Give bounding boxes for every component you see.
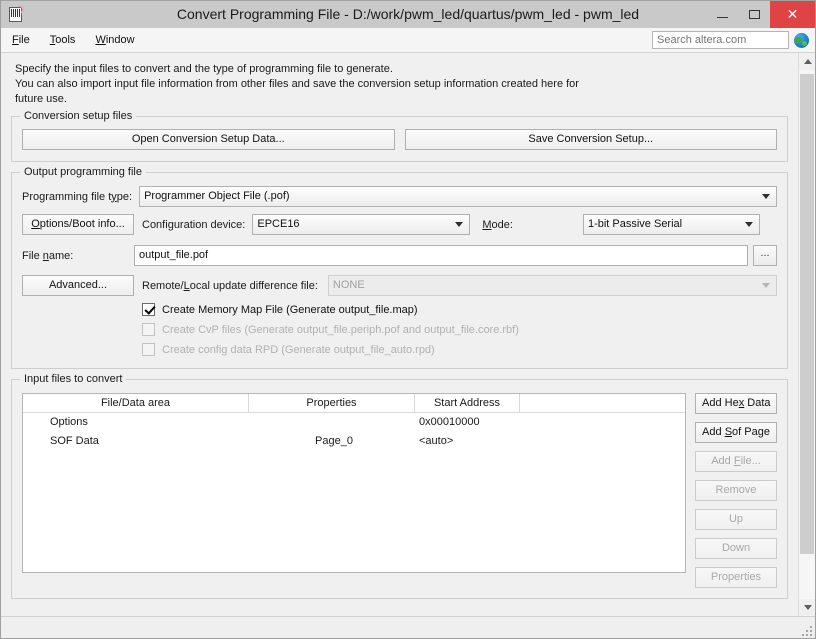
globe-icon[interactable] — [794, 32, 809, 48]
create-config-data-rpd-label: Create config data RPD (Generate output_… — [162, 343, 435, 356]
mode-label: Mode: — [482, 218, 513, 231]
file-name-row: File name: output_file.pof ... — [22, 245, 777, 266]
column-header-start-address[interactable]: Start Address — [415, 394, 520, 412]
chevron-down-icon — [744, 222, 753, 227]
up-button[interactable]: Up — [695, 509, 777, 530]
title-bar: Convert Programming File - D:/work/pwm_l… — [1, 1, 815, 28]
create-cvp-files-checkbox-row: Create CvP files (Generate output_file.p… — [142, 323, 777, 336]
scroll-up-button[interactable] — [799, 53, 815, 70]
cell-properties — [249, 413, 415, 432]
table-row[interactable]: SOF Data Page_0 <auto> — [23, 432, 685, 451]
programming-file-type-value: Programmer Object File (.pof) — [144, 190, 290, 202]
intro-line-1: Specify the input files to convert and t… — [15, 63, 393, 75]
input-files-table[interactable]: File/Data area Properties Start Address … — [22, 393, 686, 573]
cell-file-data-area: Options — [50, 416, 88, 428]
intro-line-2: You can also import input file informati… — [15, 78, 579, 90]
open-conversion-setup-button[interactable]: Open Conversion Setup Data... — [22, 129, 395, 150]
create-cvp-files-label: Create CvP files (Generate output_file.p… — [162, 323, 519, 336]
add-sof-page-button[interactable]: Add Sof Page — [695, 422, 777, 443]
input-files-group: Input files to convert File/Data area Pr… — [11, 373, 788, 599]
scroll-down-button[interactable] — [799, 599, 815, 616]
window-title: Convert Programming File - D:/work/pwm_l… — [176, 5, 640, 22]
table-row[interactable]: Options 0x00010000 — [23, 413, 685, 432]
configuration-device-label: Configuration device: — [142, 218, 246, 231]
menu-item-file[interactable]: File — [3, 31, 39, 49]
input-files-buttons: Add Hex Data Add Sof Page Add File... Re… — [695, 393, 777, 588]
menu-item-window[interactable]: Window — [86, 31, 143, 49]
output-programming-file-group: Output programming file Programming file… — [11, 166, 788, 369]
resize-grip[interactable] — [800, 624, 812, 636]
cell-properties: Page_0 — [315, 435, 353, 447]
remote-local-row: Advanced... Remote/Local update differen… — [22, 275, 777, 296]
conversion-setup-group: Conversion setup files Open Conversion S… — [11, 110, 788, 162]
table-header-row: File/Data area Properties Start Address — [23, 394, 685, 413]
cell-file-data-area: SOF Data — [50, 435, 99, 447]
output-programming-file-legend: Output programming file — [20, 166, 146, 178]
column-header-properties[interactable]: Properties — [249, 394, 415, 412]
save-conversion-setup-button[interactable]: Save Conversion Setup... — [404, 129, 777, 150]
programming-file-type-select[interactable]: Programmer Object File (.pof) — [139, 186, 777, 207]
cell-start-address: 0x00010000 — [419, 416, 480, 428]
configuration-device-select[interactable]: EPCE16 — [252, 214, 471, 235]
convert-programming-file-window: Convert Programming File - D:/work/pwm_l… — [0, 0, 816, 639]
file-name-input[interactable]: output_file.pof — [134, 245, 748, 266]
menu-bar: File Tools Window — [1, 28, 815, 53]
file-name-label: File name: — [22, 249, 74, 262]
minimize-button[interactable] — [706, 1, 738, 28]
chevron-down-icon — [455, 222, 464, 227]
advanced-button[interactable]: Advanced... — [22, 275, 134, 296]
scrollbar-track[interactable] — [799, 70, 815, 599]
intro-line-3: future use. — [15, 93, 67, 105]
scrollbar-thumb[interactable] — [800, 74, 814, 554]
column-header-file-data-area[interactable]: File/Data area — [23, 394, 249, 412]
intro-text: Specify the input files to convert and t… — [15, 62, 788, 107]
remove-button[interactable]: Remove — [695, 480, 777, 501]
menu-item-tools[interactable]: Tools — [41, 31, 85, 49]
input-files-legend: Input files to convert — [20, 373, 127, 385]
remote-local-value: NONE — [332, 279, 365, 291]
status-bar — [1, 616, 815, 638]
remote-local-select: NONE — [327, 275, 777, 296]
close-button[interactable]: ✕ — [770, 1, 815, 28]
create-config-data-rpd-checkbox-row: Create config data RPD (Generate output_… — [142, 343, 777, 356]
configuration-device-row: Options/Boot info... Configuration devic… — [22, 214, 777, 235]
chevron-up-icon — [803, 59, 812, 64]
mode-select[interactable]: 1-bit Passive Serial — [582, 214, 760, 235]
programming-file-type-label: Programming file type: — [22, 190, 133, 203]
conversion-setup-legend: Conversion setup files — [20, 110, 137, 122]
properties-button[interactable]: Properties — [695, 567, 777, 588]
file-name-browse-button[interactable]: ... — [753, 245, 777, 266]
programming-file-type-row: Programming file type: Programmer Object… — [22, 186, 777, 207]
configuration-device-value: EPCE16 — [257, 218, 300, 230]
checkbox-icon-cvp-files — [142, 323, 155, 336]
main-content: Specify the input files to convert and t… — [1, 53, 798, 616]
options-boot-info-button[interactable]: Options/Boot info... — [22, 214, 134, 235]
cell-extra — [520, 432, 685, 451]
window-controls: ✕ — [706, 1, 815, 28]
chevron-down-icon — [762, 283, 770, 288]
chevron-down-icon — [803, 605, 812, 610]
maximize-button[interactable] — [738, 1, 770, 28]
window-body: Specify the input files to convert and t… — [1, 53, 815, 616]
vertical-scrollbar[interactable] — [798, 53, 815, 616]
cell-extra — [520, 413, 685, 432]
column-header-extra[interactable] — [520, 394, 685, 412]
search-area — [652, 31, 809, 49]
add-file-button[interactable]: Add File... — [695, 451, 777, 472]
programming-file-icon — [6, 3, 26, 25]
chevron-down-icon — [762, 194, 770, 199]
checkbox-icon-config-data-rpd — [142, 343, 155, 356]
down-button[interactable]: Down — [695, 538, 777, 559]
create-memory-map-label: Create Memory Map File (Generate output_… — [162, 303, 418, 316]
create-memory-map-checkbox-row[interactable]: Create Memory Map File (Generate output_… — [142, 303, 777, 316]
search-input[interactable] — [652, 31, 789, 49]
add-hex-data-button[interactable]: Add Hex Data — [695, 393, 777, 414]
cell-start-address: <auto> — [419, 435, 454, 447]
checkbox-icon-memory-map[interactable] — [142, 303, 155, 316]
mode-value: 1-bit Passive Serial — [587, 218, 683, 230]
remote-local-label: Remote/Local update difference file: — [142, 279, 318, 292]
